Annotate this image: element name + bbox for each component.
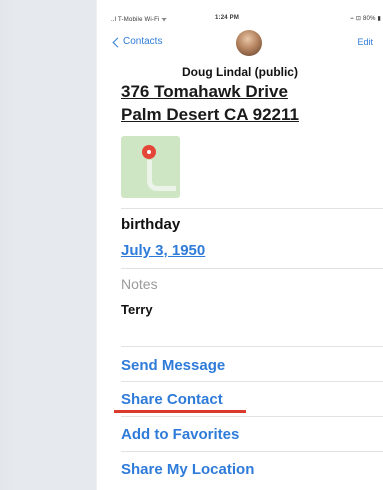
- birthday-label: birthday: [121, 216, 181, 233]
- birthday-value[interactable]: July 3, 1950: [121, 242, 205, 259]
- edit-button[interactable]: Edit: [357, 37, 373, 47]
- address-block[interactable]: 376 Tomahawk Drive Palm Desert CA 92211: [121, 80, 361, 126]
- battery-indicator: ⌁ ⊡ 80% ▮: [350, 16, 381, 22]
- navigation-bar: Contacts Edit Doug Lindal (public): [97, 28, 383, 84]
- divider: [121, 451, 383, 452]
- carrier-signal: ..l T-Mobile Wi-Fi ᯤ: [111, 17, 168, 23]
- address-line-2: Palm Desert CA 92211: [121, 105, 299, 124]
- share-my-location-button[interactable]: Share My Location: [121, 461, 254, 478]
- divider: [121, 381, 383, 382]
- highlight-underline: [114, 410, 246, 413]
- background-panel-inner: [14, 0, 96, 490]
- avatar[interactable]: [236, 30, 262, 56]
- map-pin-icon: [142, 145, 156, 159]
- map-road: [147, 160, 176, 191]
- divider: [121, 208, 383, 209]
- divider: [121, 416, 383, 417]
- back-button[interactable]: Contacts: [112, 36, 163, 47]
- add-to-favorites-button[interactable]: Add to Favorites: [121, 426, 239, 443]
- address-line-1: 376 Tomahawk Drive: [121, 82, 288, 101]
- map-thumbnail[interactable]: [121, 136, 180, 198]
- divider: [121, 268, 383, 269]
- back-button-label: Contacts: [123, 36, 163, 47]
- notes-label: Notes: [121, 276, 158, 292]
- share-contact-button[interactable]: Share Contact: [121, 391, 223, 408]
- chevron-left-icon: [112, 37, 123, 47]
- background-panel: [0, 0, 96, 490]
- contact-card-screen: ..l T-Mobile Wi-Fi ᯤ 1:24 PM ⌁ ⊡ 80% ▮ C…: [97, 0, 383, 490]
- notes-value[interactable]: Terry: [121, 302, 153, 317]
- send-message-button[interactable]: Send Message: [121, 357, 225, 374]
- status-bar: ..l T-Mobile Wi-Fi ᯤ 1:24 PM ⌁ ⊡ 80% ▮: [111, 15, 381, 27]
- contact-name: Doug Lindal (public): [182, 65, 298, 79]
- divider: [121, 346, 383, 347]
- status-time: 1:24 PM: [215, 15, 240, 21]
